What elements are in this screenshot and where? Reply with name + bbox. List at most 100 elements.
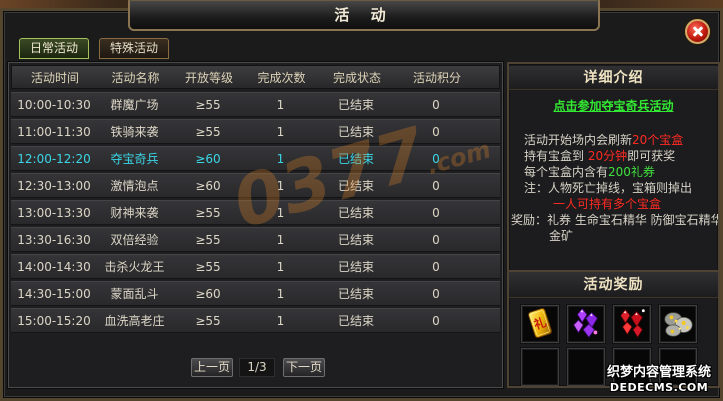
cell-time: 15:00-15:20: [17, 313, 91, 328]
description-text: 每个宝盒内含有: [524, 165, 609, 179]
cell-count: 1: [276, 151, 285, 166]
description-highlight: 20分钟: [587, 149, 628, 163]
cell-name: 双倍经验: [110, 233, 159, 247]
column-header-count: 完成次数: [257, 70, 306, 85]
description-text: 持有宝盒到: [524, 149, 588, 163]
column-header-points: 活动积分: [412, 70, 461, 85]
cell-points: 0: [432, 151, 440, 166]
cell-level: ≥55: [195, 205, 221, 220]
page-indicator: 1/3: [239, 358, 275, 377]
cell-count: 1: [276, 286, 285, 301]
description-text: 即可获奖: [627, 149, 676, 163]
cell-count: 1: [276, 97, 285, 112]
close-button[interactable]: [685, 19, 710, 44]
cell-name: 血洗高老庄: [104, 314, 165, 328]
table-row[interactable]: 12:30-13:00 激情泡点 ≥60 1 已结束 0: [11, 173, 500, 198]
cell-level: ≥55: [195, 232, 221, 247]
prev-page-button[interactable]: 上一页: [191, 358, 233, 377]
description-line: 金矿: [549, 229, 573, 244]
cell-name: 蒙面乱斗: [110, 287, 159, 301]
reward-slot-empty: [659, 348, 697, 386]
description-highlight: 一人可持有多个宝盒: [553, 197, 662, 211]
cell-count: 1: [276, 232, 285, 247]
activity-table-body: 10:00-10:30 群魔广场 ≥55 1 已结束 0 11:00-11:30 铁骑来袭 ≥5…: [11, 92, 500, 335]
cell-status: 已结束: [337, 206, 374, 220]
reward-slot[interactable]: [613, 305, 651, 343]
reward-slot[interactable]: [659, 305, 697, 343]
cell-points: 0: [432, 124, 440, 139]
cell-name: 铁骑来袭: [110, 125, 159, 139]
cell-points: 0: [432, 259, 440, 274]
cell-status: 已结束: [337, 125, 374, 139]
title-bar[interactable]: 活 动: [128, 0, 600, 31]
detail-heading: 详细介绍: [509, 66, 718, 90]
table-header: 活动时间 活动名称 开放等级 完成次数 完成状态 活动积分: [11, 65, 500, 89]
cell-status: 已结束: [337, 314, 374, 328]
join-activity-link[interactable]: 点击参加夺宝奇兵活动: [509, 97, 718, 114]
cell-level: ≥55: [195, 97, 221, 112]
cell-time: 14:30-15:00: [17, 286, 91, 301]
description-line: 一人可持有多个宝盒: [553, 197, 661, 212]
description-text: 金矿: [549, 229, 574, 243]
column-header-level: 开放等级: [184, 70, 233, 85]
description-highlight: 20个宝盒: [632, 133, 684, 147]
description-highlight: 200礼券: [608, 165, 655, 179]
cell-level: ≥60: [195, 151, 221, 166]
table-row[interactable]: 14:00-14:30 击杀火龙王 ≥55 1 已结束 0: [11, 254, 500, 279]
table-row[interactable]: 13:00-13:30 财神来袭 ≥55 1 已结束 0: [11, 200, 500, 225]
table-row[interactable]: 12:00-12:20 夺宝奇兵 ≥60 1 已结束 0: [11, 146, 500, 171]
description-text: 奖励：礼券 生命宝石精华 防御宝石精华: [511, 213, 720, 227]
cell-time: 11:00-11:30: [17, 124, 91, 139]
cell-time: 10:00-10:30: [17, 97, 91, 112]
cell-points: 0: [432, 286, 440, 301]
cell-level: ≥60: [195, 178, 221, 193]
cell-count: 1: [276, 205, 285, 220]
cell-status: 已结束: [337, 260, 374, 274]
description-text: 活动开始场内会刷新: [524, 133, 633, 147]
description-line: 奖励：礼券 生命宝石精华 防御宝石精华: [511, 213, 720, 228]
table-row[interactable]: 15:00-15:20 血洗高老庄 ≥55 1 已结束 0: [11, 308, 500, 333]
activity-list-panel: 活动时间 活动名称 开放等级 完成次数 完成状态 活动积分 10:00-10:3…: [8, 62, 503, 388]
rewards-heading: 活动奖励: [509, 270, 718, 298]
reward-slot-empty: [521, 348, 559, 386]
cell-points: 0: [432, 313, 440, 328]
description-line: 持有宝盒到 20分钟即可获奖: [524, 149, 675, 164]
cell-time: 12:30-13:00: [17, 178, 91, 193]
cell-points: 0: [432, 232, 440, 247]
table-row[interactable]: 11:00-11:30 铁骑来袭 ≥55 1 已结束 0: [11, 119, 500, 144]
gold-ore-icon: [661, 306, 695, 343]
column-header-time: 活动时间: [30, 70, 79, 85]
next-page-button[interactable]: 下一页: [283, 358, 325, 377]
cell-status: 已结束: [337, 233, 374, 247]
gift-coupon-icon: 礼: [523, 306, 557, 343]
cell-points: 0: [432, 205, 440, 220]
table-row[interactable]: 10:00-10:30 群魔广场 ≥55 1 已结束 0: [11, 92, 500, 117]
cell-time: 13:30-16:30: [17, 232, 91, 247]
purple-gem-icon: [569, 306, 603, 343]
cell-points: 0: [432, 178, 440, 193]
cell-count: 1: [276, 178, 285, 193]
detail-panel: 详细介绍 点击参加夺宝奇兵活动 活动开始场内会刷新20个宝盒 持有宝盒到 20分…: [507, 62, 720, 388]
red-gem-icon: [615, 306, 649, 343]
column-header-status: 完成状态: [332, 70, 381, 85]
cell-status: 已结束: [337, 179, 374, 193]
cell-count: 1: [276, 124, 285, 139]
cell-name: 财神来袭: [110, 206, 159, 220]
column-header-name: 活动名称: [111, 70, 160, 85]
window-title: 活 动: [334, 6, 394, 24]
tab-special-activities[interactable]: 特殊活动: [99, 38, 169, 59]
cell-name: 群魔广场: [110, 98, 159, 112]
reward-slot-empty: [613, 348, 651, 386]
cell-points: 0: [432, 97, 440, 112]
tab-daily-activities[interactable]: 日常活动: [19, 38, 89, 59]
close-icon: [687, 21, 708, 42]
description-line: 活动开始场内会刷新20个宝盒: [524, 133, 683, 148]
description-line: 注：人物死亡掉线，宝箱则掉出: [524, 181, 692, 196]
table-row[interactable]: 13:30-16:30 双倍经验 ≥55 1 已结束 0: [11, 227, 500, 252]
cell-name: 夺宝奇兵: [110, 152, 159, 166]
table-row[interactable]: 14:30-15:00 蒙面乱斗 ≥60 1 已结束 0: [11, 281, 500, 306]
reward-slot[interactable]: 礼: [521, 305, 559, 343]
cell-status: 已结束: [337, 98, 374, 112]
cell-status: 已结束: [337, 152, 374, 166]
reward-slot[interactable]: [567, 305, 605, 343]
